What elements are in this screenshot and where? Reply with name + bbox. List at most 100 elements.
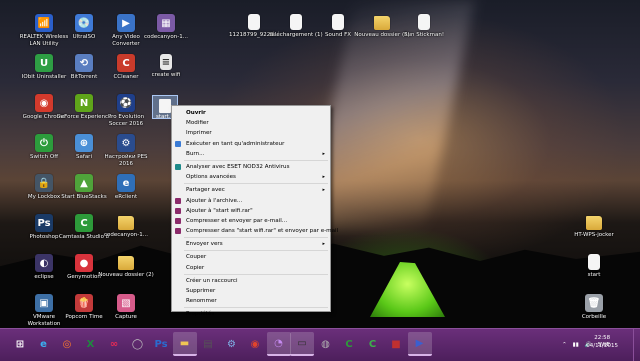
context-menu-item[interactable]: Imprimer	[172, 128, 330, 138]
taskbar: ⊞ e ◎ X ∞ ◯ Ps ▬ ▤ ⚙ ◉ ◔ ▭ ◍ C C ■ ▶ ⌃ ▮▮ 🔊 SWE 22:58 04/…	[0, 328, 640, 361]
file-icon	[159, 99, 171, 113]
folder-icon	[374, 16, 390, 30]
any-video-converter-icon: ▶	[117, 14, 135, 32]
capture-icon: ▧	[117, 294, 135, 312]
context-menu-item[interactable]: Compresser dans "start wifi.rar" et envo…	[172, 226, 338, 236]
desktop-shortcut[interactable]: ⚙ Настройки PES 2016	[98, 134, 154, 168]
context-menu-item[interactable]: Couper	[172, 252, 330, 262]
context-menu-item[interactable]: Créer un raccourci	[172, 276, 330, 286]
context-menu-item[interactable]: Options avancées ▸	[172, 172, 330, 182]
show-desktop-button[interactable]	[633, 329, 640, 361]
folder-label: HT-WPS-jocker	[574, 232, 614, 238]
context-menu-item[interactable]: Renommer	[172, 296, 330, 306]
photoshop-button[interactable]: Ps	[149, 332, 173, 356]
menu-item-label: Options avancées	[186, 174, 236, 181]
chrome-button[interactable]: ◉	[243, 332, 267, 356]
submenu-arrow-icon: ▸	[322, 187, 325, 194]
desktop-shortcut[interactable]: e eRclient	[98, 174, 154, 201]
eclipse-icon: ◐	[35, 254, 53, 272]
nouveau-dossier-2-folder[interactable]: Nouveau dossier (2)	[98, 254, 154, 279]
context-menu-item[interactable]: Burn... ▸	[172, 149, 330, 159]
player-button[interactable]: ▶	[407, 332, 432, 356]
context-menu-item[interactable]: Ajouter à "start wifi.rar"	[172, 206, 330, 216]
desktop-shortcut[interactable]: ▧ Capture	[98, 294, 154, 321]
menu-separator	[184, 159, 328, 161]
desktop-shortcut-label: create wifi	[151, 72, 181, 78]
tray-up-arrow-icon[interactable]: ⌃	[562, 342, 567, 348]
menu-item-label: Ajouter à l'archive...	[186, 197, 243, 204]
menu-item-label: Envoyer vers	[186, 241, 223, 248]
menu-item-label: Propriétés	[186, 311, 215, 318]
folder-icon	[586, 216, 602, 230]
movie-button[interactable]: ▤	[196, 332, 220, 356]
pes-2016-icon: ⚽	[117, 94, 135, 112]
desktop-shortcut[interactable]: ≡ create wifi	[138, 54, 194, 79]
clean-button[interactable]: C	[361, 332, 385, 356]
desktop-shortcut-label: Corbeille	[581, 314, 607, 320]
menu-item-label: Renommer	[186, 298, 217, 305]
submenu-arrow-icon: ▸	[322, 241, 325, 248]
sound-fx-icon	[332, 14, 344, 30]
context-menu-item[interactable]: Partager avec ▸	[172, 185, 330, 195]
ccleaner-icon: C	[117, 54, 135, 72]
stickman-run-icon	[418, 14, 430, 30]
menu-item-label: Exécuter en tant qu'administrateur	[186, 140, 285, 147]
settings-button[interactable]: ⚙	[220, 332, 244, 356]
desktop-shortcut[interactable]: ⚽ Pro Evolution Soccer 2016	[98, 94, 154, 128]
menu-separator	[184, 273, 328, 275]
desktop-shortcut-label: start	[587, 272, 601, 278]
excel-button[interactable]: X	[79, 332, 103, 356]
menu-item-label: Compresser et envoyer par e-mail...	[186, 217, 288, 224]
vm-button[interactable]: ◍	[314, 332, 338, 356]
context-menu: Ouvrir Modifier Imprimer Exécuter en tant q…	[171, 105, 338, 317]
clock[interactable]: 22:58 04/11/2015	[586, 334, 618, 350]
internet-explorer-button[interactable]: e	[32, 332, 56, 356]
menu-separator	[184, 307, 328, 309]
camtasia-button[interactable]: C	[337, 332, 361, 356]
start-button[interactable]: ⊞	[8, 332, 32, 356]
context-menu-item[interactable]: Propriétés	[172, 309, 330, 319]
create-wifi-icon: ≡	[160, 54, 172, 70]
desktop-shortcut[interactable]: ▦ codecanyon-1...	[138, 14, 194, 41]
app-red-button[interactable]: ■	[384, 332, 408, 356]
menu-item-label: Analyser avec ESET NOD32 Antivirus	[186, 163, 290, 170]
context-menu-item[interactable]: Ajouter à l'archive...	[172, 196, 330, 206]
context-menu-item[interactable]: Modifier	[172, 118, 330, 128]
corbeille-icon: 🗑	[585, 294, 603, 312]
ht-wps-jocker-folder[interactable]: HT-WPS-jocker	[566, 214, 622, 239]
menu-item-label: Ajouter à "start wifi.rar"	[186, 207, 253, 214]
context-menu-item[interactable]: Compresser et envoyer par e-mail...	[172, 216, 330, 226]
tray-network-icon[interactable]: ▮▮	[573, 342, 579, 348]
context-menu-item[interactable]: Copier	[172, 263, 330, 273]
context-menu-item[interactable]: Analyser avec ESET NOD32 Antivirus	[172, 162, 330, 172]
submenu-arrow-icon: ▸	[322, 150, 325, 157]
context-menu-item[interactable]: Exécuter en tant qu'administrateur	[172, 139, 330, 149]
desktop-shortcut[interactable]: start	[566, 254, 622, 279]
context-menu-item[interactable]: Ouvrir	[172, 108, 330, 118]
menu-item-label: Copier	[186, 264, 205, 271]
context-menu-item[interactable]: Supprimer	[172, 286, 330, 296]
codecanyon-2-folder[interactable]: codecanyon-1...	[98, 214, 154, 239]
arc-button[interactable]: ∞	[102, 332, 126, 356]
vmware-icon: ▣	[35, 294, 53, 312]
desktop[interactable]: 📶 REALTEK Wireless LAN Utility 💿 UltraISO ▶ A…	[0, 0, 640, 328]
menu-separator	[184, 183, 328, 185]
media-button[interactable]: ◯	[126, 332, 150, 356]
menu-item-label: Couper	[186, 254, 207, 261]
realtek-icon: 📶	[35, 14, 53, 32]
switch-off-icon: ⏻	[35, 134, 53, 152]
geforce-experience-icon: N	[75, 94, 93, 112]
menu-item-label: Ouvrir	[186, 110, 206, 116]
firefox-button[interactable]: ◔	[266, 332, 291, 356]
terminal-button[interactable]: ▭	[290, 332, 314, 356]
menu-item-icon	[175, 228, 181, 235]
menu-item-label: Burn...	[186, 150, 205, 157]
fruity-button[interactable]: ◎	[55, 332, 79, 356]
desktop-shortcut[interactable]: 🗑 Corbeille	[566, 294, 622, 321]
nouveau-dossier-5-folder[interactable]: Nouveau dossier (5)	[354, 14, 410, 39]
menu-item-icon	[175, 207, 181, 214]
context-menu-item[interactable]: Envoyer vers ▸	[172, 239, 330, 249]
menu-item-icon	[175, 197, 181, 204]
file-explorer-button[interactable]: ▬	[172, 332, 197, 356]
menu-item-label: Imprimer	[186, 130, 212, 137]
